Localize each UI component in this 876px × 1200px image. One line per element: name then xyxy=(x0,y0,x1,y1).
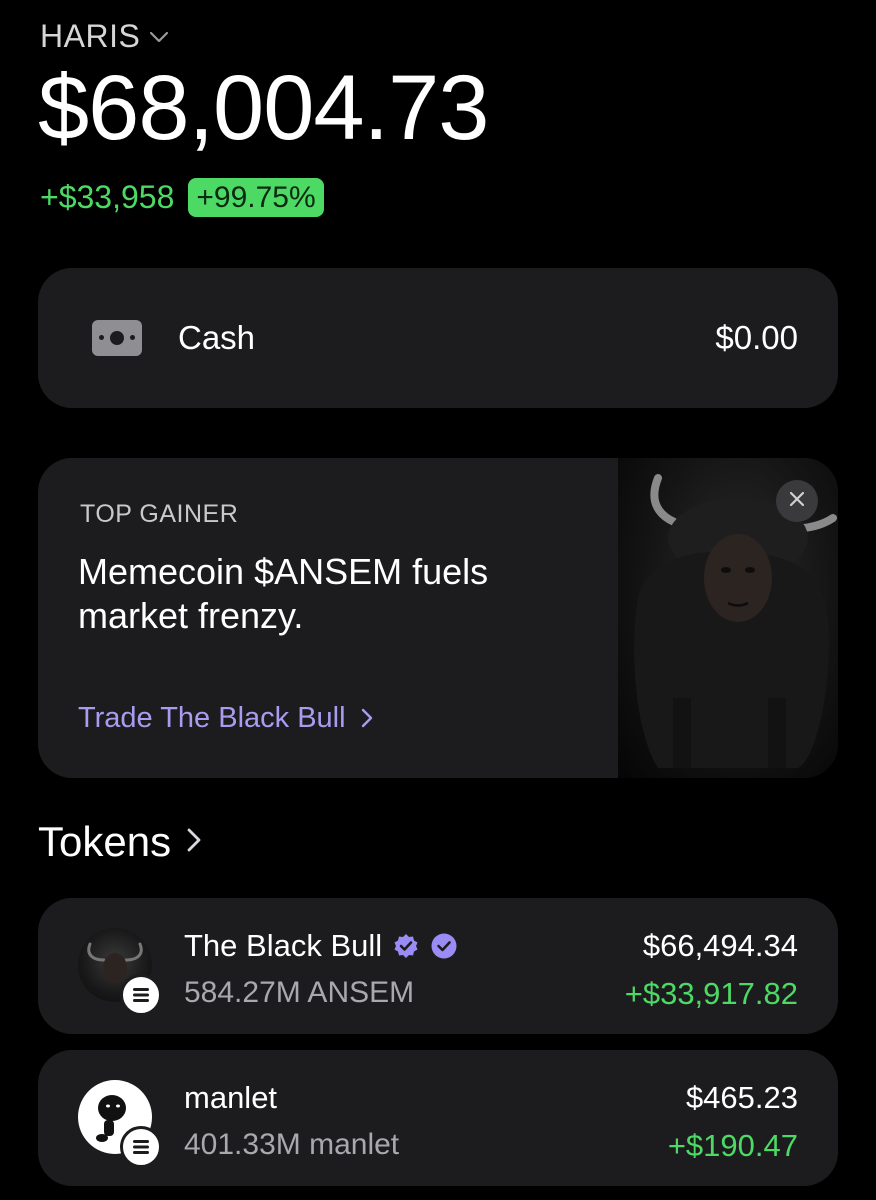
balance-change: +$33,958 +99.75% xyxy=(40,178,324,217)
cash-card[interactable]: Cash $0.00 xyxy=(38,268,838,408)
cash-label: Cash xyxy=(178,319,256,356)
token-name-row: manlet xyxy=(184,1080,277,1116)
token-row-manlet[interactable]: manlet 401.33M manlet $465.23 +$190.47 xyxy=(38,1050,838,1186)
token-name: The Black Bull xyxy=(184,928,383,963)
account-switcher[interactable]: HARIS xyxy=(40,18,170,55)
close-icon xyxy=(789,491,805,512)
tokens-section-link[interactable]: Tokens xyxy=(38,818,203,866)
top-gainer-card[interactable]: TOP GAINER Memecoin $ANSEM fuels market … xyxy=(38,458,838,778)
chevron-down-icon xyxy=(148,30,170,44)
account-name: HARIS xyxy=(40,18,141,54)
chevron-right-icon xyxy=(354,702,374,734)
token-change: +$190.47 xyxy=(667,1128,798,1163)
trade-black-bull-link[interactable]: Trade The Black Bull xyxy=(78,702,374,735)
verified-icon xyxy=(392,932,420,960)
verified-icon xyxy=(430,932,458,960)
token-change: +$33,917.82 xyxy=(624,976,798,1011)
close-button[interactable] xyxy=(776,480,818,522)
token-name-row: The Black Bull xyxy=(184,928,458,964)
token-value: $66,494.34 xyxy=(642,928,798,963)
token-amount: 401.33M manlet xyxy=(184,1128,400,1161)
cash-icon xyxy=(92,320,142,356)
portfolio-balance: $68,004.73 xyxy=(38,57,489,159)
promo-eyebrow: TOP GAINER xyxy=(80,500,239,528)
tokens-title: Tokens xyxy=(38,818,172,865)
token-value: $465.23 xyxy=(685,1080,798,1115)
promo-cta-label: Trade The Black Bull xyxy=(78,702,346,734)
token-name: manlet xyxy=(184,1080,278,1115)
change-percent-badge: +99.75% xyxy=(188,178,324,217)
solana-icon xyxy=(120,974,162,1016)
token-row-black-bull[interactable]: The Black Bull 584.27M ANSEM $66,494.34 … xyxy=(38,898,838,1034)
solana-icon xyxy=(120,1126,162,1168)
token-amount: 584.27M ANSEM xyxy=(184,976,415,1009)
promo-headline: Memecoin $ANSEM fuels market frenzy. xyxy=(78,551,489,636)
chevron-right-icon xyxy=(185,826,203,859)
change-amount: +$33,958 xyxy=(40,179,175,215)
cash-value: $0.00 xyxy=(715,319,798,356)
